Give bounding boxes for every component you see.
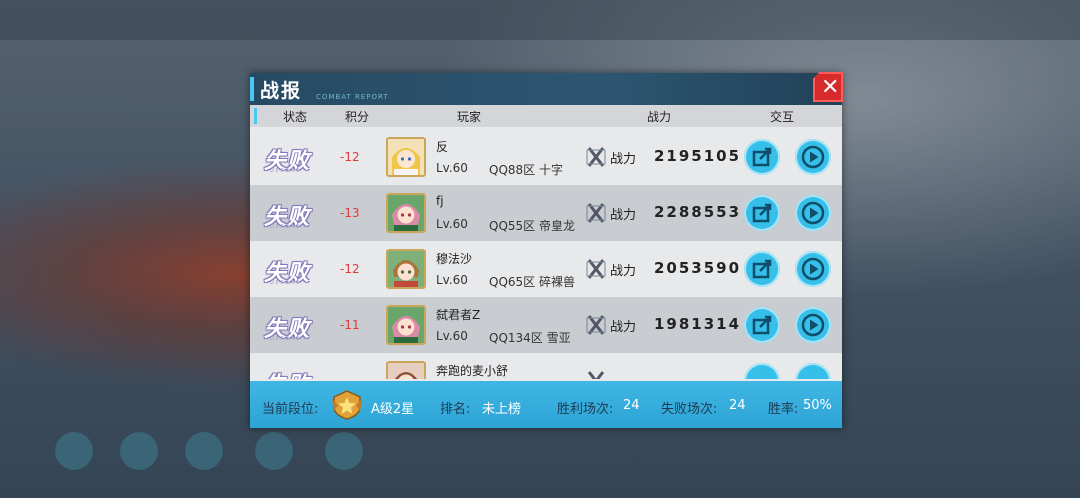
share-icon xyxy=(752,203,772,223)
avatar[interactable] xyxy=(386,249,426,289)
player-name: 穆法沙 xyxy=(436,252,473,266)
player-name: 弑君者Z xyxy=(436,308,481,322)
header-player: 玩家 xyxy=(457,110,482,124)
power-label: 战力 xyxy=(610,208,637,223)
player-server: QQ65区 碎裸兽 xyxy=(489,275,575,289)
score-change: -12 xyxy=(340,150,360,164)
player-level: Lv.60 xyxy=(436,161,468,175)
close-button[interactable]: ✕ xyxy=(813,72,843,102)
player-server: QQ88区 十字 xyxy=(489,163,563,177)
ranking-label: 排名: xyxy=(440,402,471,417)
list-item: 失败 DEFEAT -12 反 Lv.60 QQ88区 十字 战力 219510… xyxy=(250,129,842,185)
table-header: 状态 积分 玩家 战力 交互 xyxy=(250,105,842,127)
player-level: Lv.60 xyxy=(436,217,468,231)
replay-button[interactable] xyxy=(795,363,831,379)
wins-label: 胜利场次: xyxy=(557,402,614,417)
title-accent xyxy=(250,77,254,101)
power-label: 战力 xyxy=(610,152,637,167)
avatar[interactable] xyxy=(386,361,426,379)
rank-label: 当前段位: xyxy=(262,402,319,417)
power-value: 2288553 xyxy=(654,203,742,221)
replay-button[interactable] xyxy=(795,139,831,175)
status-defeat: 失败 xyxy=(264,367,310,379)
share-button[interactable] xyxy=(744,307,780,343)
list-item: 失败 奔跑的麦小舒 xyxy=(250,353,842,379)
share-icon xyxy=(752,315,772,335)
rank-value: A级2星 xyxy=(371,402,415,417)
share-button[interactable] xyxy=(744,139,780,175)
share-button[interactable] xyxy=(744,195,780,231)
ranking-value: 未上榜 xyxy=(482,402,522,417)
replay-button[interactable] xyxy=(795,251,831,287)
avatar[interactable] xyxy=(386,137,426,177)
header-interact: 交互 xyxy=(770,110,795,124)
power-value: 1981314 xyxy=(654,315,742,333)
score-change: -13 xyxy=(340,206,360,220)
share-button[interactable] xyxy=(744,251,780,287)
status-sub-label: DEFEAT xyxy=(270,280,302,286)
header-status: 状态 xyxy=(283,110,308,124)
winrate-value: 50% xyxy=(803,398,832,413)
losses-label: 失败场次: xyxy=(661,402,718,417)
share-icon xyxy=(752,259,772,279)
player-name: 奔跑的麦小舒 xyxy=(436,364,509,378)
header-score: 积分 xyxy=(345,110,370,124)
play-icon xyxy=(801,201,825,225)
replay-button[interactable] xyxy=(795,195,831,231)
avatar[interactable] xyxy=(386,193,426,233)
list-item: 失败 DEFEAT -11 弑君者Z Lv.60 QQ134区 雪亚 战力 19… xyxy=(250,297,842,353)
play-icon xyxy=(801,313,825,337)
close-icon: ✕ xyxy=(821,75,840,100)
player-server: QQ55区 帝皇龙 xyxy=(489,219,575,233)
avatar[interactable] xyxy=(386,305,426,345)
panel-title: 战报 xyxy=(260,80,303,102)
player-level: Lv.60 xyxy=(436,329,468,343)
share-icon xyxy=(752,147,772,167)
title-bar: 战报 COMBAT REPORT xyxy=(250,73,842,105)
status-sub-label: DEFEAT xyxy=(270,224,302,230)
panel-subtitle: COMBAT REPORT xyxy=(316,93,389,101)
play-icon xyxy=(801,257,825,281)
list-item: 失败 DEFEAT -12 穆法沙 Lv.60 QQ65区 碎裸兽 战力 205… xyxy=(250,241,842,297)
player-level: Lv.60 xyxy=(436,273,468,287)
power-value: 2195105 xyxy=(654,147,742,165)
crossed-swords-icon xyxy=(587,371,605,379)
crossed-swords-icon xyxy=(586,315,606,335)
power-value: 2053590 xyxy=(654,259,742,277)
power-label: 战力 xyxy=(610,320,637,335)
summary-footer: 当前段位: A级2星 排名: 未上榜 胜利场次: 24 失败场次: 24 胜率:… xyxy=(250,381,842,428)
player-name: fj xyxy=(436,194,444,208)
power-label: 战力 xyxy=(610,264,637,279)
replay-button[interactable] xyxy=(795,307,831,343)
rank-badge-icon xyxy=(332,390,362,420)
share-button[interactable] xyxy=(744,363,780,379)
battle-list[interactable]: 失败 DEFEAT -12 反 Lv.60 QQ88区 十字 战力 219510… xyxy=(250,129,842,379)
crossed-swords-icon xyxy=(586,203,606,223)
score-change: -11 xyxy=(340,318,360,332)
losses-value: 24 xyxy=(729,398,746,413)
header-accent xyxy=(254,108,257,124)
play-icon xyxy=(801,145,825,169)
list-item: 失败 DEFEAT -13 fj Lv.60 QQ55区 帝皇龙 战力 2288… xyxy=(250,185,842,241)
battle-report-panel: 战报 COMBAT REPORT 状态 积分 玩家 战力 交互 失败 DEFEA… xyxy=(250,73,842,428)
header-power: 战力 xyxy=(647,110,672,124)
score-change: -12 xyxy=(340,262,360,276)
wins-value: 24 xyxy=(623,398,640,413)
status-sub-label: DEFEAT xyxy=(270,168,302,174)
crossed-swords-icon xyxy=(586,147,606,167)
winrate-label: 胜率: xyxy=(768,402,799,417)
crossed-swords-icon xyxy=(586,259,606,279)
status-sub-label: DEFEAT xyxy=(270,336,302,342)
player-name: 反 xyxy=(436,140,449,154)
player-server: QQ134区 雪亚 xyxy=(489,331,571,345)
